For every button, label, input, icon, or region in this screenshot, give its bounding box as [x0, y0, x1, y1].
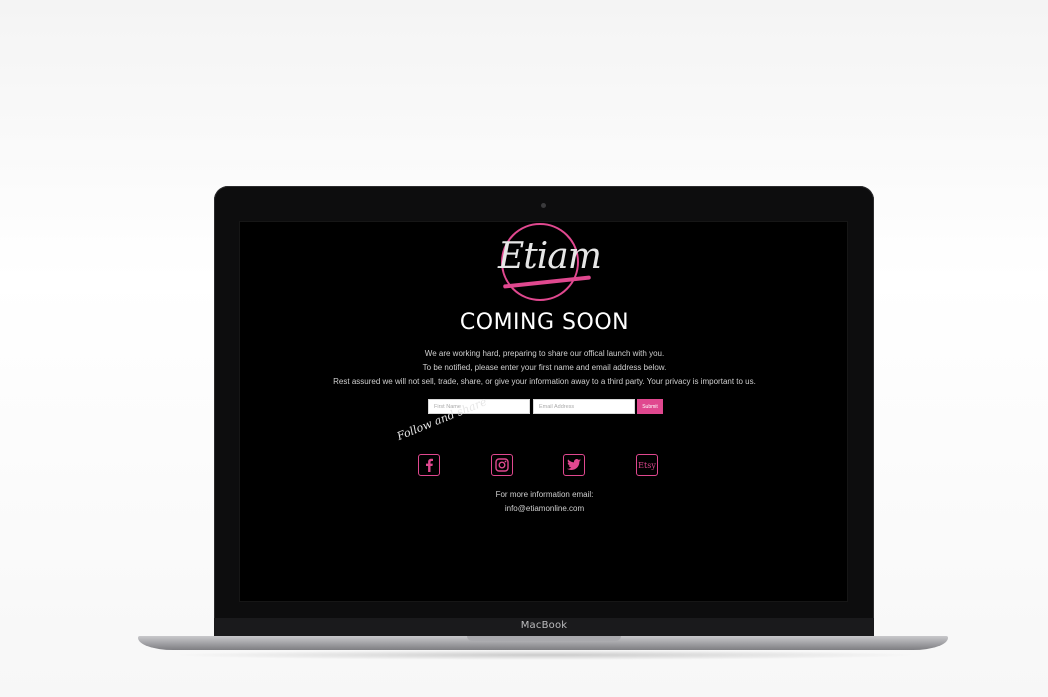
camera-icon — [541, 203, 546, 208]
laptop-notch — [467, 636, 621, 641]
laptop-shadow — [170, 650, 920, 660]
logo-text: Etiam — [498, 236, 602, 277]
description-line-3: Rest assured we will not sell, trade, sh… — [333, 377, 756, 386]
twitter-icon[interactable] — [563, 454, 585, 476]
page-title: COMING SOON — [459, 310, 630, 335]
etsy-icon[interactable]: Etsy — [636, 454, 658, 476]
laptop-screen: Etiam COMING SOON We are working hard, p… — [239, 221, 848, 602]
description-line-1: We are working hard, preparing to share … — [424, 349, 665, 358]
etsy-label: Etsy — [638, 460, 656, 470]
instagram-icon[interactable] — [491, 454, 513, 476]
laptop-mockup: Etiam COMING SOON We are working hard, p… — [0, 0, 1048, 697]
facebook-icon[interactable] — [418, 454, 440, 476]
description-line-2: To be notified, please enter your first … — [422, 363, 667, 372]
contact-label: For more information email: — [495, 490, 594, 499]
contact-email-link[interactable]: info@etiamonline.com — [240, 504, 847, 513]
email-input[interactable] — [533, 399, 635, 414]
submit-button[interactable]: Submit — [637, 399, 663, 414]
device-brand-label: MacBook — [520, 620, 568, 631]
